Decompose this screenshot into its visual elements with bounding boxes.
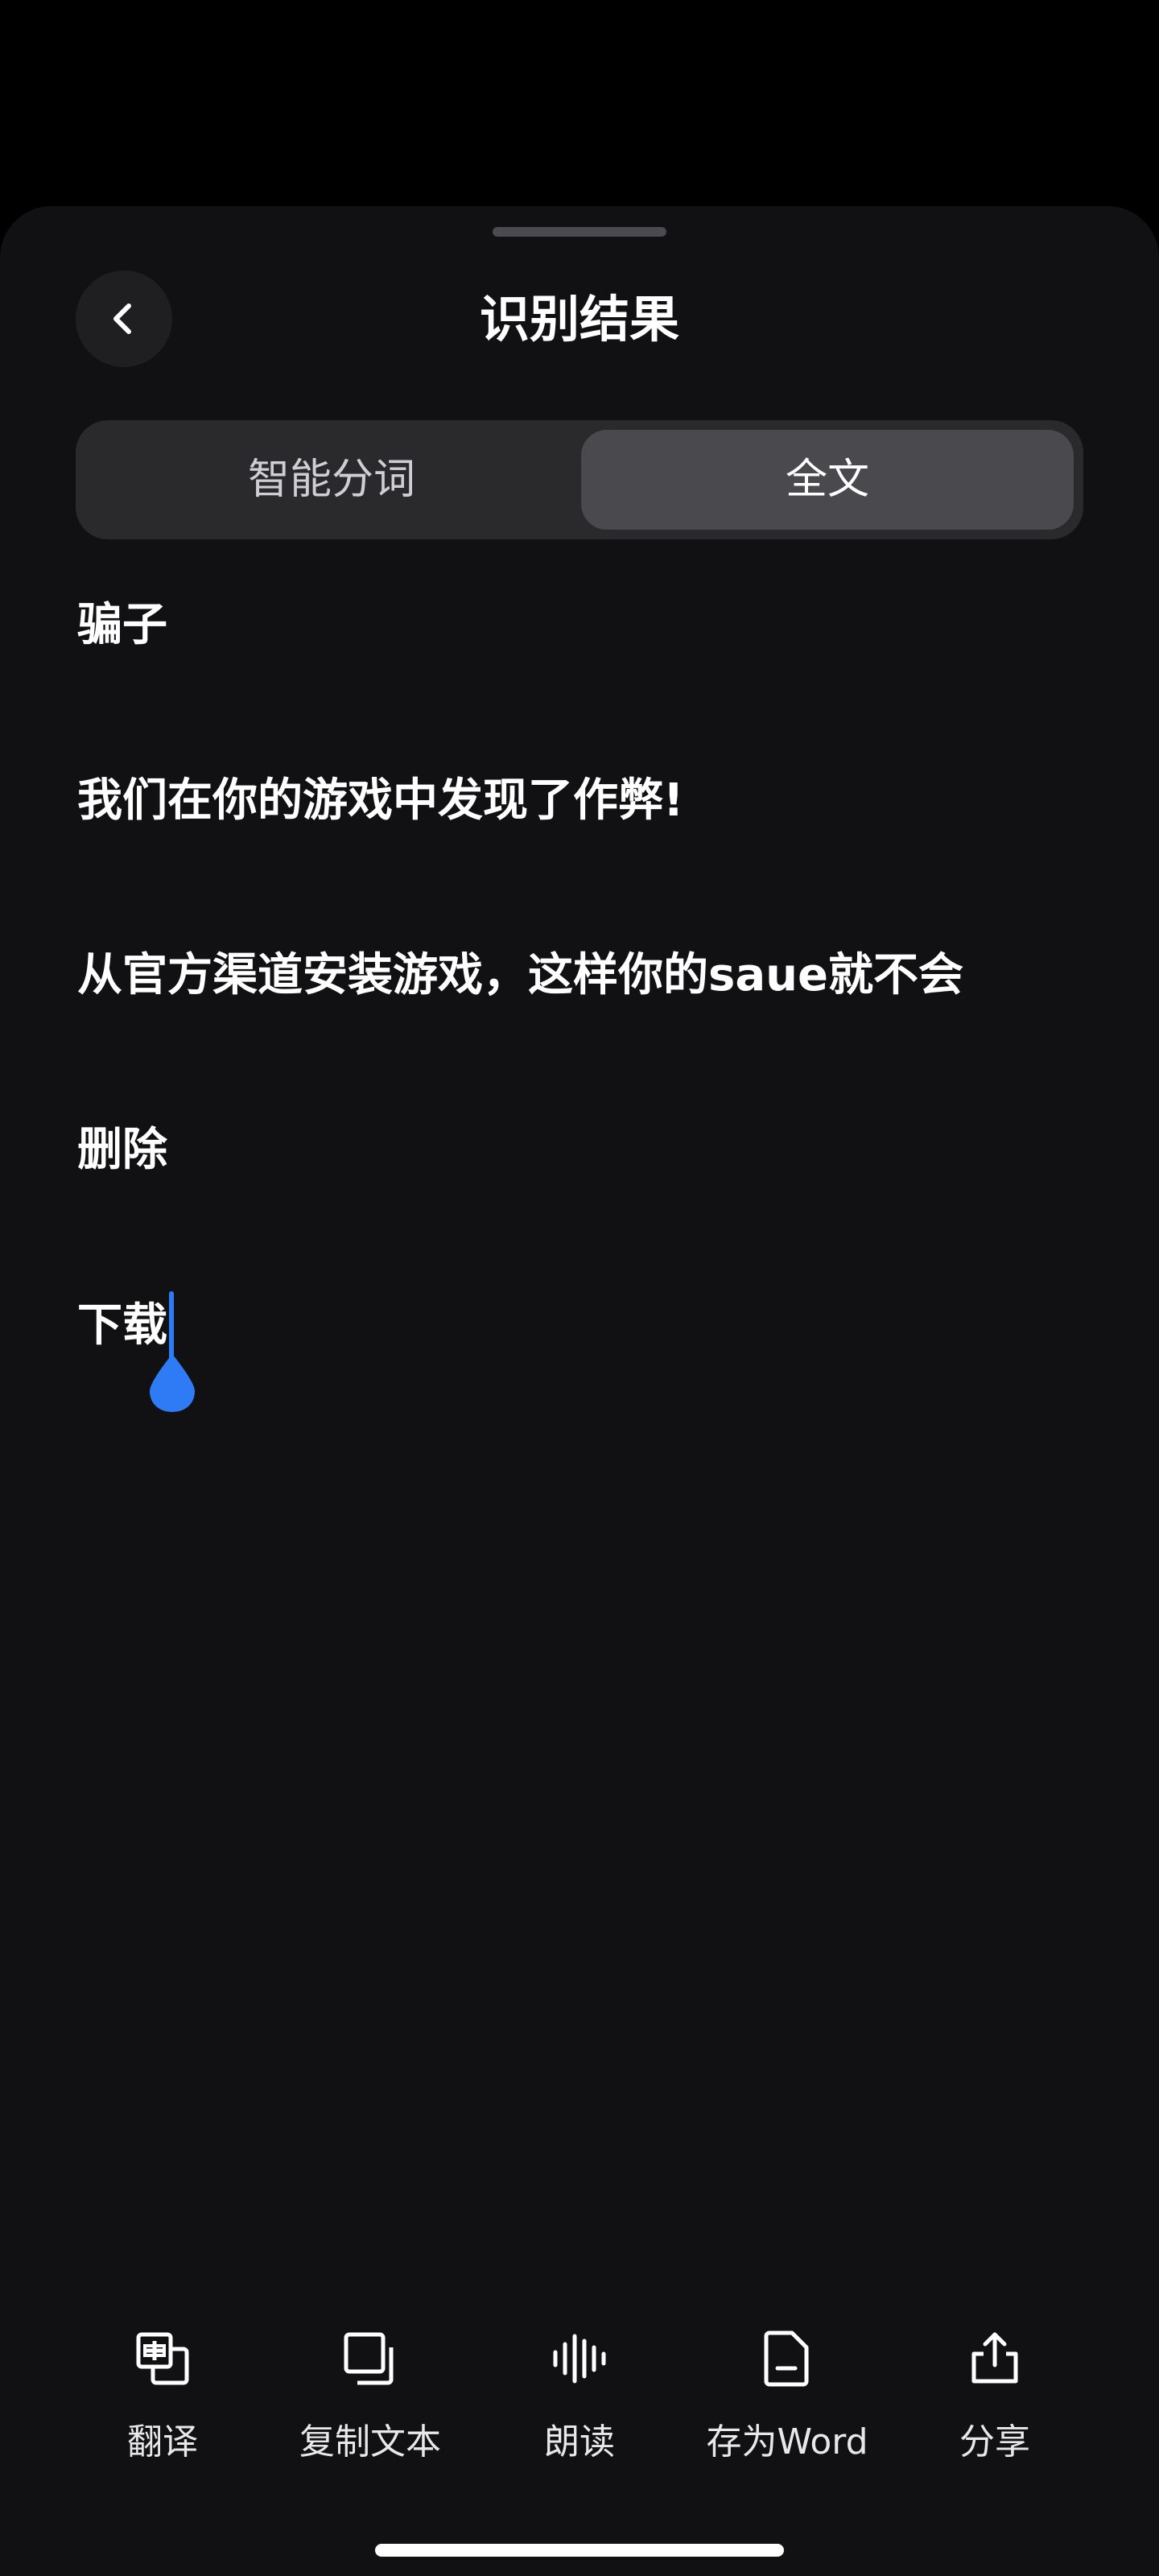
cursor-drag-handle[interactable] <box>148 1352 196 1414</box>
save-as-word-button[interactable]: 存为Word <box>691 2318 884 2479</box>
home-indicator[interactable] <box>375 2544 784 2557</box>
bottom-toolbar: 翻译 复制文本 朗读 存为Word 分享 <box>0 2318 1159 2479</box>
save-as-word-label: 存为Word <box>706 2421 868 2462</box>
share-label: 分享 <box>959 2421 1030 2462</box>
translate-button[interactable]: 翻译 <box>66 2318 259 2479</box>
read-aloud-label: 朗读 <box>544 2421 615 2462</box>
sheet-drag-handle[interactable] <box>493 227 666 237</box>
read-aloud-button[interactable]: 朗读 <box>483 2318 676 2479</box>
text-line: 删除 <box>77 1124 167 1176</box>
copy-text-button[interactable]: 复制文本 <box>274 2318 467 2479</box>
text-line: 下载 <box>77 1299 167 1352</box>
view-mode-segmented-control: 智能分词 全文 <box>76 420 1083 539</box>
waveform-icon <box>553 2334 606 2384</box>
tab-smart-segmentation[interactable]: 智能分词 <box>85 430 578 530</box>
tab-full-text[interactable]: 全文 <box>581 430 1074 530</box>
translate-icon <box>136 2332 189 2385</box>
text-line: 从官方渠道安装游戏，这样你的saue就不会 <box>77 949 963 1001</box>
page-title: 识别结果 <box>479 290 679 349</box>
text-line: 我们在你的游戏中发现了作弊! <box>77 774 684 827</box>
translate-label: 翻译 <box>127 2421 198 2462</box>
share-icon <box>971 2332 1018 2384</box>
document-icon <box>764 2330 809 2387</box>
share-button[interactable]: 分享 <box>898 2318 1091 2479</box>
text-line: 骗子 <box>77 599 167 651</box>
copy-icon <box>344 2332 394 2385</box>
copy-text-label: 复制文本 <box>299 2421 441 2462</box>
